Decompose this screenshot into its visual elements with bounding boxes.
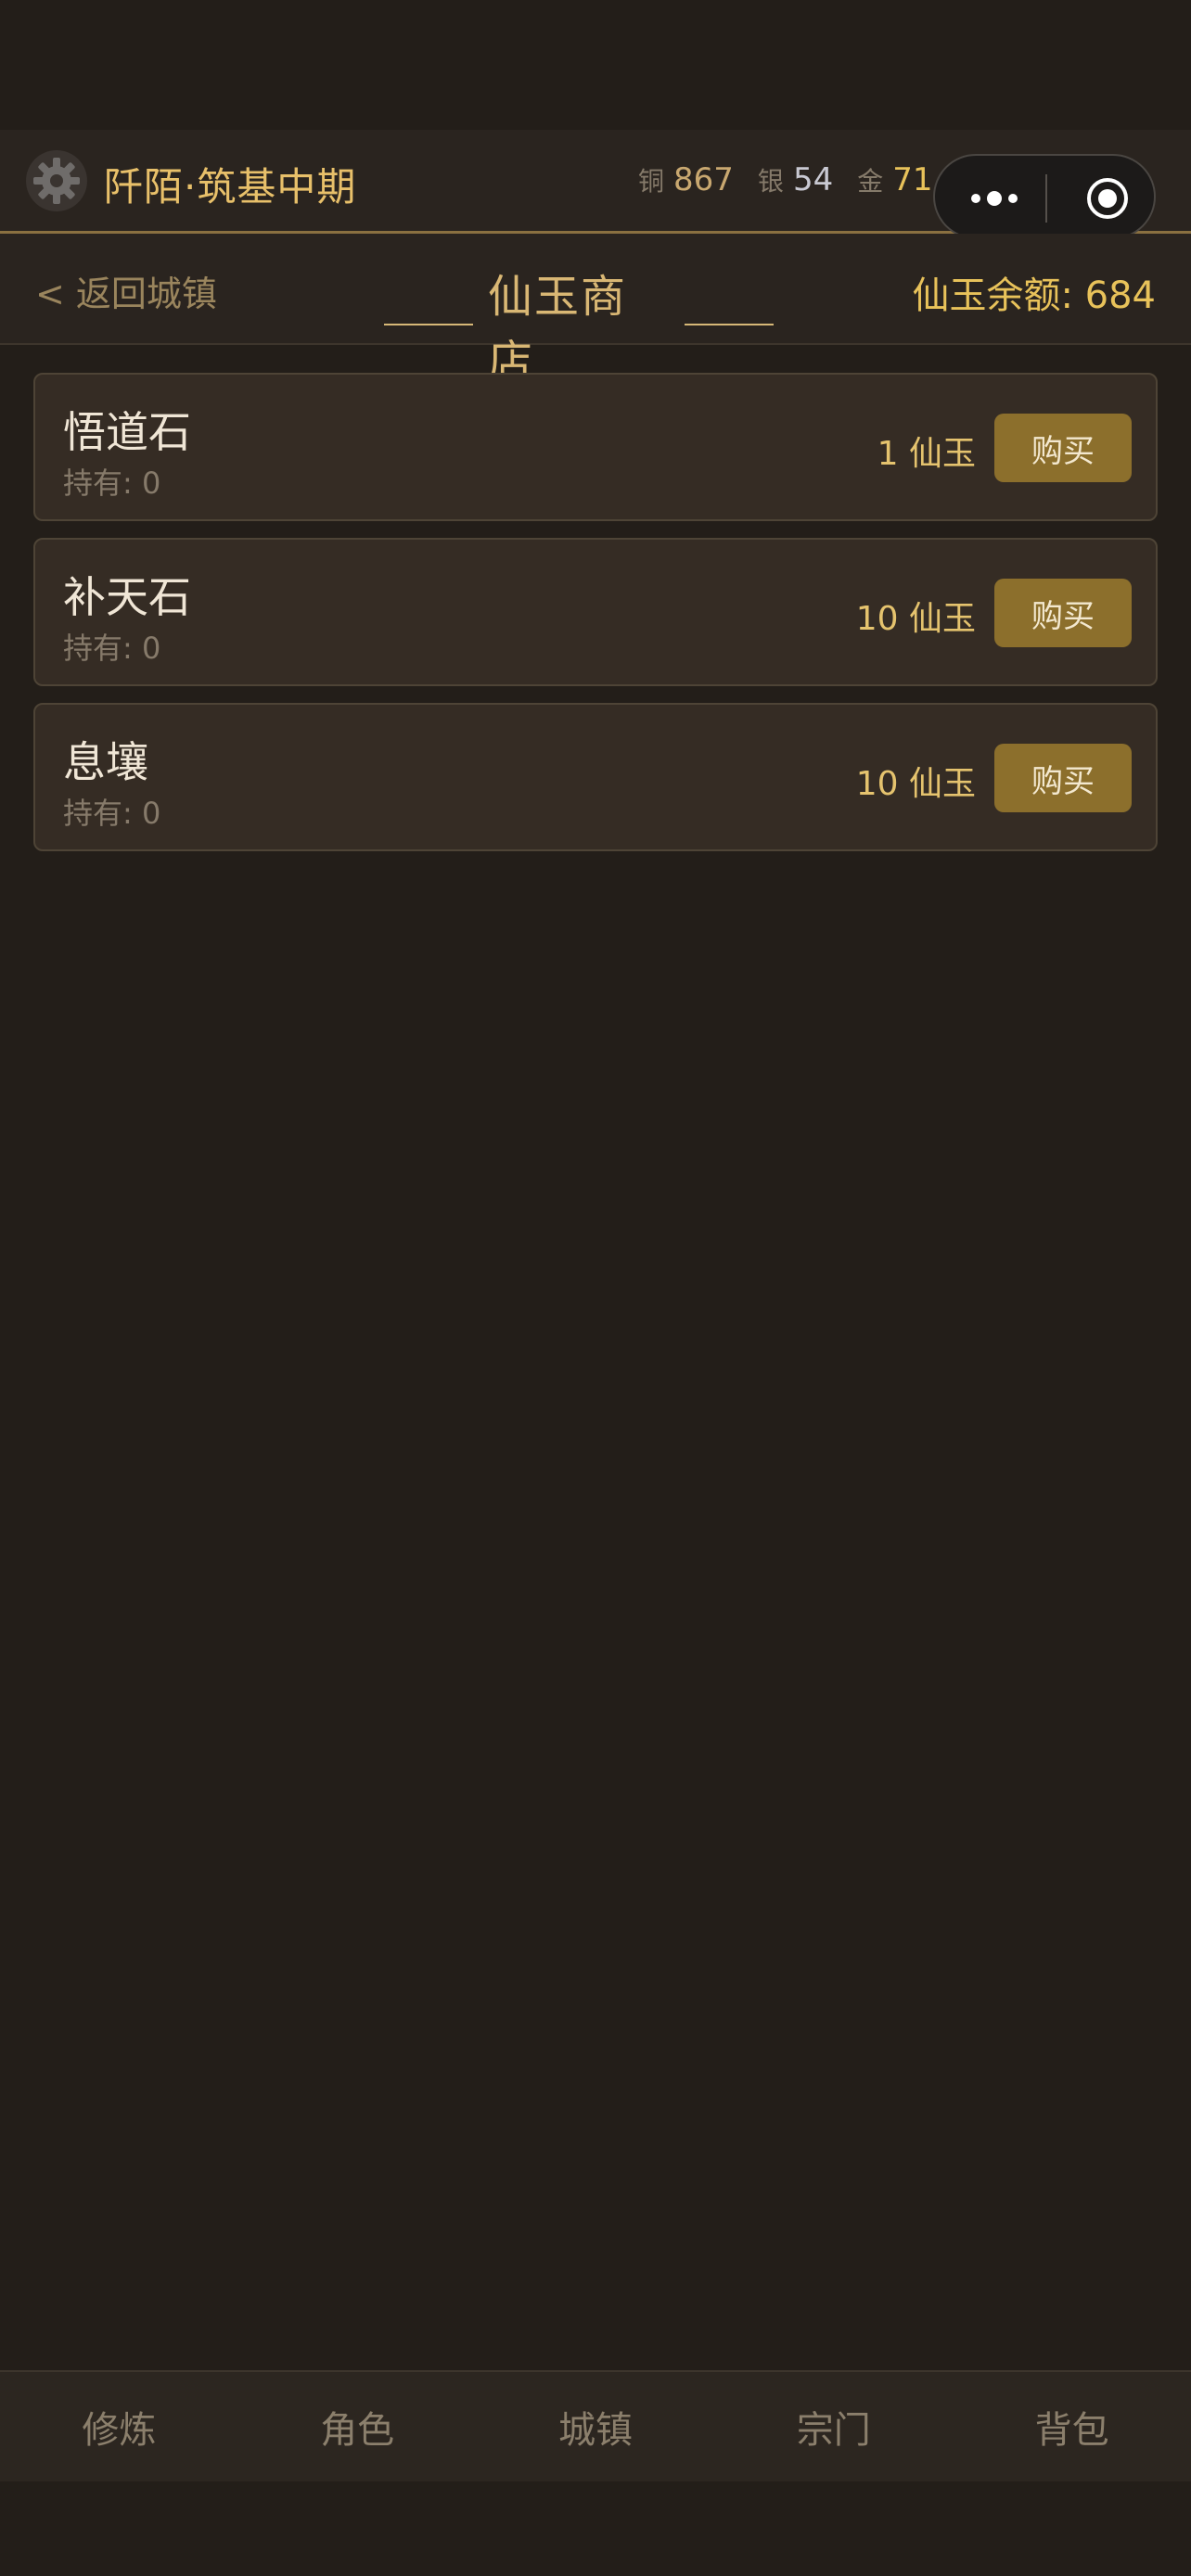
currency-label: 金 <box>857 166 884 197</box>
status-bar <box>0 0 1191 130</box>
item-name: 息壤 <box>63 737 148 787</box>
miniprogram-capsule <box>933 154 1156 239</box>
page-title: 仙玉商店 <box>384 260 774 389</box>
buy-button[interactable]: 购买 <box>994 414 1132 482</box>
title-decor-line <box>384 324 474 325</box>
shop-subbar: < 返回城镇 仙玉商店 仙玉余额: 684 <box>0 234 1191 388</box>
shop-item: 息壤 持有: 0 10 仙玉 购买 <box>33 703 1158 851</box>
player-title: 阡陌·筑基中期 <box>104 164 357 210</box>
currency-value: 71 <box>892 161 933 198</box>
item-name: 悟道石 <box>63 407 191 457</box>
currency-silver: 银 54 <box>758 161 833 198</box>
item-price: 10 仙玉 <box>855 600 976 638</box>
currency-gold: 金 71 <box>857 161 932 198</box>
shop-title-text: 仙玉商店 <box>488 271 628 388</box>
shop-item: 悟道石 持有: 0 1 仙玉 购买 <box>33 373 1158 521</box>
buy-button[interactable]: 购买 <box>994 744 1132 812</box>
jade-balance: 仙玉余额: 684 <box>912 274 1156 317</box>
capsule-divider <box>1045 174 1047 223</box>
nav-item-character[interactable]: 角色 <box>238 2372 477 2481</box>
record-circle-icon[interactable] <box>1085 176 1130 221</box>
item-owned-count: 持有: 0 <box>63 796 161 831</box>
nav-item-town[interactable]: 城镇 <box>477 2372 715 2481</box>
home-indicator-area <box>0 2481 1191 2576</box>
currency-label: 铜 <box>638 166 665 197</box>
shop-item-list: 悟道石 持有: 0 1 仙玉 购买 补天石 持有: 0 10 仙玉 购买 息壤 … <box>33 373 1158 868</box>
nav-item-backpack[interactable]: 背包 <box>953 2372 1191 2481</box>
back-to-town-link[interactable]: < 返回城镇 <box>35 265 217 316</box>
shop-item: 补天石 持有: 0 10 仙玉 购买 <box>33 538 1158 686</box>
title-decor-line <box>684 324 774 325</box>
item-price: 10 仙玉 <box>855 765 976 803</box>
buy-button[interactable]: 购买 <box>994 579 1132 647</box>
more-dots-icon[interactable] <box>967 187 1031 210</box>
currency-value: 867 <box>673 161 734 198</box>
item-price: 1 仙玉 <box>877 435 976 473</box>
item-name: 补天石 <box>63 572 191 622</box>
nav-item-cultivate[interactable]: 修炼 <box>0 2372 238 2481</box>
item-owned-count: 持有: 0 <box>63 631 161 666</box>
nav-item-sect[interactable]: 宗门 <box>714 2372 953 2481</box>
currency-value: 54 <box>792 161 834 198</box>
currency-copper: 铜 867 <box>638 161 734 198</box>
gear-icon[interactable] <box>26 150 87 211</box>
currency-label: 银 <box>757 166 784 197</box>
item-owned-count: 持有: 0 <box>63 465 161 501</box>
bottom-nav: 修炼 角色 城镇 宗门 背包 <box>0 2370 1191 2481</box>
